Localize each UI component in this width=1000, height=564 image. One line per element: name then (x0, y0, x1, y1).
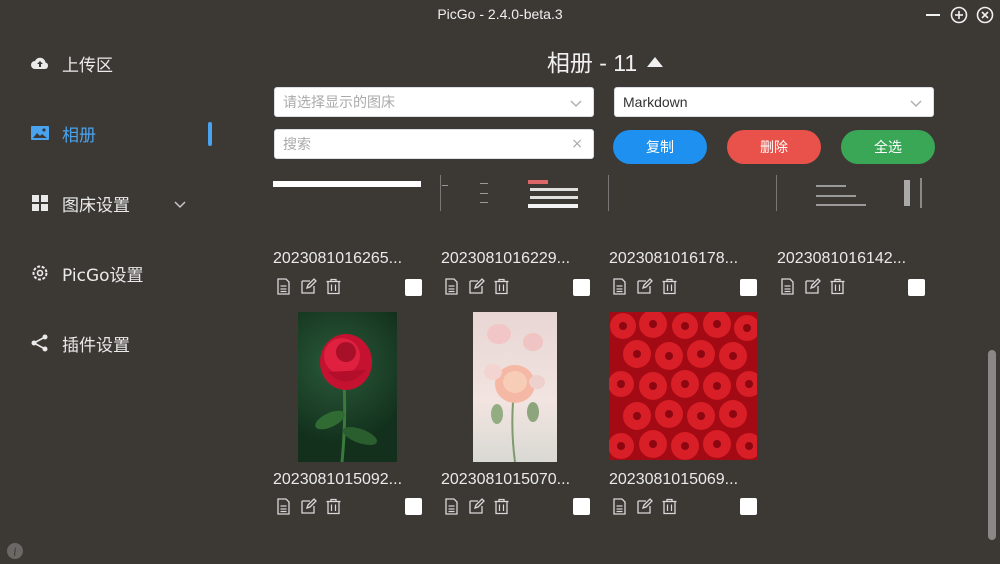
pink-rose-photo (484, 324, 545, 462)
document-icon[interactable] (443, 278, 460, 295)
search-placeholder: 搜索 (283, 137, 311, 153)
maximize-icon[interactable] (950, 6, 968, 24)
chevron-down-icon (570, 100, 582, 108)
image-filename: 2023081016142... (777, 250, 907, 267)
image-thumbnail[interactable] (776, 175, 924, 215)
image-filename: 2023081016229... (441, 250, 571, 267)
search-input[interactable]: 搜索 × (274, 129, 594, 159)
rose-photo (315, 334, 378, 462)
trash-icon[interactable] (325, 278, 342, 295)
gear-icon (32, 265, 48, 281)
close-icon[interactable] (976, 6, 994, 24)
image-thumbnail[interactable] (298, 312, 397, 462)
active-indicator (208, 122, 212, 146)
sidebar-item-label: PicGo设置 (62, 265, 144, 286)
album-title[interactable]: 相册 - 11 (275, 44, 935, 78)
sidebar-item-upload[interactable]: 上传区 (30, 48, 113, 78)
document-icon[interactable] (611, 278, 628, 295)
image-actions (443, 278, 510, 295)
clear-icon[interactable]: × (571, 136, 583, 152)
chevron-down-icon[interactable] (172, 196, 188, 212)
format-select[interactable]: Markdown (614, 87, 934, 117)
image-filename: 2023081016265... (273, 250, 403, 267)
scrollbar[interactable] (988, 350, 996, 540)
sidebar: 上传区 相册 图床设置 PicGo设置 插件设置 (0, 30, 230, 564)
trash-icon[interactable] (325, 498, 342, 515)
image-thumbnail[interactable] (608, 175, 756, 215)
format-select-value: Markdown (623, 94, 688, 110)
trash-icon[interactable] (661, 498, 678, 515)
image-actions (275, 498, 342, 515)
document-icon[interactable] (611, 498, 628, 515)
sidebar-item-picgo-settings[interactable]: PicGo设置 (30, 258, 144, 288)
image-filename: 2023081015069... (609, 471, 739, 488)
edit-icon[interactable] (636, 498, 653, 515)
edit-icon[interactable] (300, 278, 317, 295)
sort-up-icon[interactable] (647, 57, 664, 67)
image-actions (275, 278, 342, 295)
trash-icon[interactable] (661, 278, 678, 295)
image-actions (611, 278, 678, 295)
document-icon[interactable] (779, 278, 796, 295)
edit-icon[interactable] (468, 498, 485, 515)
sidebar-item-label: 图床设置 (62, 195, 130, 216)
trash-icon[interactable] (493, 498, 510, 515)
delete-button[interactable]: 删除 (727, 130, 821, 164)
image-checkbox[interactable] (405, 498, 422, 515)
sidebar-item-plugin-settings[interactable]: 插件设置 (30, 328, 130, 358)
share-icon (31, 334, 48, 352)
image-icon (31, 126, 49, 140)
trash-icon[interactable] (829, 278, 846, 295)
image-actions (779, 278, 846, 295)
sidebar-item-label: 相册 (62, 125, 96, 146)
image-checkbox[interactable] (405, 279, 422, 296)
image-checkbox[interactable] (573, 279, 590, 296)
svg-text:i: i (13, 546, 17, 559)
red-roses-photo (609, 312, 757, 460)
title-bar: PicGo - 2.4.0-beta.3 (0, 0, 1000, 30)
edit-icon[interactable] (636, 278, 653, 295)
info-icon[interactable]: i (6, 542, 24, 560)
grid-icon (32, 195, 48, 211)
minimize-icon[interactable] (924, 6, 942, 24)
image-filename: 2023081015070... (441, 471, 571, 488)
image-thumbnail[interactable] (473, 312, 557, 462)
select-all-button[interactable]: 全选 (841, 130, 935, 164)
trash-icon[interactable] (493, 278, 510, 295)
image-checkbox[interactable] (740, 279, 757, 296)
image-actions (611, 498, 678, 515)
sidebar-item-gallery[interactable]: 相册 (30, 118, 96, 148)
image-actions (443, 498, 510, 515)
sidebar-item-label: 上传区 (62, 55, 113, 76)
window-title: PicGo - 2.4.0-beta.3 (437, 6, 563, 22)
gallery-grid: 2023081016265... 2023081016229... 202308… (270, 175, 950, 564)
album-title-text: 相册 - 11 (546, 50, 638, 76)
picbed-select-placeholder: 请选择显示的图床 (283, 94, 395, 110)
image-filename: 2023081016178... (609, 250, 739, 267)
image-thumbnail[interactable] (273, 175, 421, 215)
image-thumbnail[interactable] (440, 175, 588, 215)
sidebar-item-label: 插件设置 (62, 335, 130, 356)
cloud-upload-icon (31, 57, 49, 69)
edit-icon[interactable] (468, 278, 485, 295)
image-filename: 2023081015092... (273, 471, 403, 488)
image-thumbnail[interactable] (609, 312, 757, 460)
image-checkbox[interactable] (908, 279, 925, 296)
edit-icon[interactable] (804, 278, 821, 295)
picbed-select[interactable]: 请选择显示的图床 (274, 87, 594, 117)
document-icon[interactable] (275, 498, 292, 515)
image-checkbox[interactable] (573, 498, 590, 515)
document-icon[interactable] (275, 278, 292, 295)
copy-button[interactable]: 复制 (613, 130, 707, 164)
edit-icon[interactable] (300, 498, 317, 515)
document-icon[interactable] (443, 498, 460, 515)
sidebar-item-picbed-settings[interactable]: 图床设置 (30, 188, 130, 218)
image-checkbox[interactable] (740, 498, 757, 515)
chevron-down-icon (910, 100, 922, 108)
